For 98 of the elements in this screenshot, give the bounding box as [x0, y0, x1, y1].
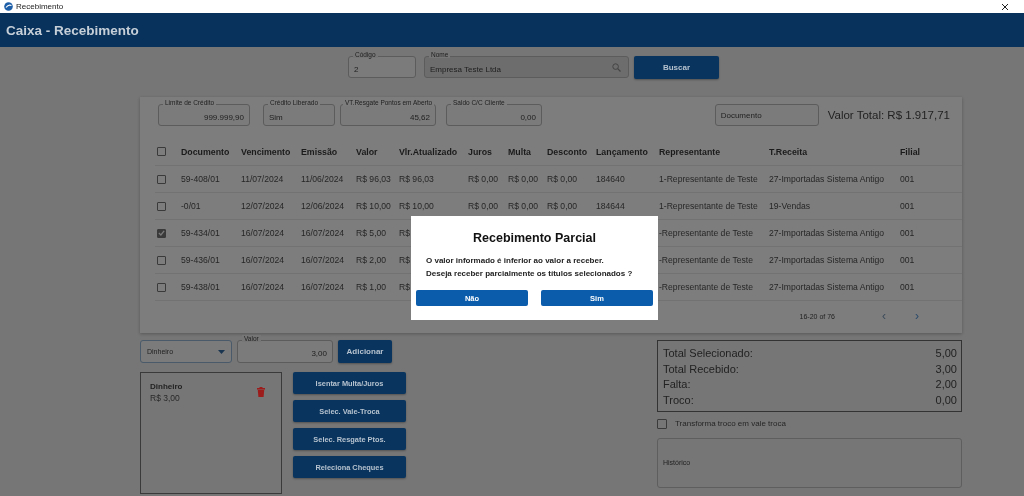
dialog-message: Deseja receber parcialmente os títulos selecionados ? — [426, 268, 634, 280]
column-header[interactable]: Valor — [356, 146, 399, 157]
total-value: 0,00 — [935, 392, 957, 408]
payment-amount: R$ 3,00 — [150, 393, 181, 403]
checkbox[interactable] — [157, 147, 166, 156]
table-cell: -Representante de Teste — [659, 228, 753, 238]
table-cell: 11/06/2024 — [301, 174, 344, 184]
column-header[interactable]: Lançamento — [596, 146, 659, 157]
table-cell: 12/07/2024 — [241, 201, 284, 211]
checkbox-label: Transforma troco em vale troca — [675, 419, 786, 428]
search-button[interactable]: Buscar — [634, 56, 719, 79]
table-cell: 16/07/2024 — [241, 255, 284, 265]
table-cell: R$ 96,03 — [356, 174, 391, 184]
table-cell: R$ — [399, 228, 410, 238]
table-cell: 001 — [900, 228, 915, 238]
input-field[interactable]: 0,00 — [446, 104, 542, 126]
column-header[interactable]: Representante — [659, 146, 769, 157]
table-cell: 184640 — [596, 174, 625, 184]
table-cell: 16/07/2024 — [241, 228, 284, 238]
column-header[interactable]: Multa — [508, 146, 547, 157]
checkbox[interactable] — [157, 255, 166, 265]
checkbox[interactable] — [157, 228, 166, 238]
table-cell: 27-Importadas Sistema Antigo — [769, 228, 885, 238]
table-cell: 16/07/2024 — [301, 282, 344, 292]
table-cell: R$ — [399, 255, 410, 265]
input-field[interactable]: Sim — [263, 104, 335, 126]
table-cell: 001 — [900, 174, 915, 184]
table-cell: 27-Importadas Sistema Antigo — [769, 174, 885, 184]
dialog-message: O valor informado é inferior ao valor a receber. — [426, 255, 605, 267]
column-header[interactable]: Documento — [181, 146, 241, 157]
table-cell: 184644 — [596, 201, 625, 211]
table-cell: 27-Importadas Sistema Antigo — [769, 282, 885, 292]
table-cell: 12/06/2024 — [301, 201, 344, 211]
table-cell: 27-Importadas Sistema Antigo — [769, 255, 885, 265]
column-header[interactable]: T.Receita — [769, 146, 900, 157]
table-cell: R$ 2,00 — [356, 255, 387, 265]
table-cell: R$ 0,00 — [468, 174, 499, 184]
total-value: Valor Total: R$ 1.917,71 — [827, 109, 950, 121]
input-field[interactable]: 999.999,90 — [158, 104, 250, 126]
table-cell: 16/07/2024 — [301, 255, 344, 265]
column-header[interactable]: Filial — [900, 146, 930, 157]
table-cell: 001 — [900, 255, 915, 265]
total-value: 2,00 — [935, 377, 957, 392]
total-label: Troco: — [663, 392, 694, 408]
total-value: 3,00 — [935, 361, 957, 377]
total-label: Total Recebido: — [663, 361, 739, 377]
table-cell: 59-434/01 — [181, 228, 220, 238]
table-cell: 16/07/2024 — [301, 228, 344, 238]
checkbox[interactable] — [157, 201, 166, 211]
table-cell: -Representante de Teste — [659, 255, 753, 265]
checkbox[interactable] — [657, 418, 667, 429]
table-cell: 59-438/01 — [181, 282, 220, 292]
input-field[interactable]: 3,00 — [237, 340, 333, 363]
column-header[interactable]: Desconto — [547, 146, 596, 157]
table-cell: 1-Representante de Teste — [659, 201, 758, 211]
dialog-title: Recebimento Parcial — [472, 231, 597, 245]
table-cell: R$ 1,00 — [356, 282, 387, 292]
table-cell: -Representante de Teste — [659, 282, 753, 292]
table-cell: R$ 10,00 — [399, 201, 434, 211]
total-value: 5,00 — [935, 346, 957, 361]
next-page-button[interactable]: › — [910, 311, 924, 321]
close-icon — [1001, 2, 1009, 11]
table-cell: R$ 5,00 — [356, 228, 387, 238]
table-cell: R$ 0,00 — [468, 201, 499, 211]
checkmark-icon — [158, 229, 165, 237]
table-cell: R$ 0,00 — [547, 174, 578, 184]
caret-icon — [218, 349, 225, 354]
table-cell: R$ 96,03 — [399, 174, 434, 184]
table-cell: 59-436/01 — [181, 255, 220, 265]
table-cell: 16/07/2024 — [241, 282, 284, 292]
checkbox[interactable] — [157, 282, 166, 292]
column-header[interactable]: Vencimento — [241, 146, 301, 157]
table-cell: 1-Representante de Teste — [659, 174, 758, 184]
table-cell: R$ 10,00 — [356, 201, 391, 211]
checkbox[interactable] — [157, 174, 166, 184]
table-cell: 001 — [900, 201, 915, 211]
column-header[interactable]: Emissão — [301, 146, 356, 157]
page-title: Caixa - Recebimento — [6, 22, 139, 38]
table-cell: R$ 0,00 — [508, 201, 539, 211]
payment-method: Dinheiro — [150, 382, 183, 391]
window-title: Recebimento — [16, 2, 65, 11]
table-cell: R$ 0,00 — [547, 201, 578, 211]
table-cell: R$ — [399, 282, 410, 292]
table-cell: 19-Vendas — [769, 201, 811, 211]
table-cell: 11/07/2024 — [241, 174, 284, 184]
input-field[interactable]: Documento — [714, 104, 819, 126]
column-header[interactable]: Vlr.Atualizado — [399, 146, 468, 157]
total-label: Falta: — [663, 377, 691, 392]
table-cell: R$ 0,00 — [508, 174, 539, 184]
total-label: Total Selecionado: — [663, 346, 753, 361]
search-icon — [612, 63, 621, 72]
trash-icon[interactable] — [257, 387, 265, 397]
add-button[interactable]: Adicionar — [338, 340, 392, 363]
table-cell: 001 — [900, 282, 915, 292]
column-header[interactable]: Juros — [468, 146, 508, 157]
previous-page-button[interactable]: ‹ — [877, 311, 891, 321]
table-cell: 59-408/01 — [181, 174, 220, 184]
table-cell: -0/01 — [181, 201, 201, 211]
